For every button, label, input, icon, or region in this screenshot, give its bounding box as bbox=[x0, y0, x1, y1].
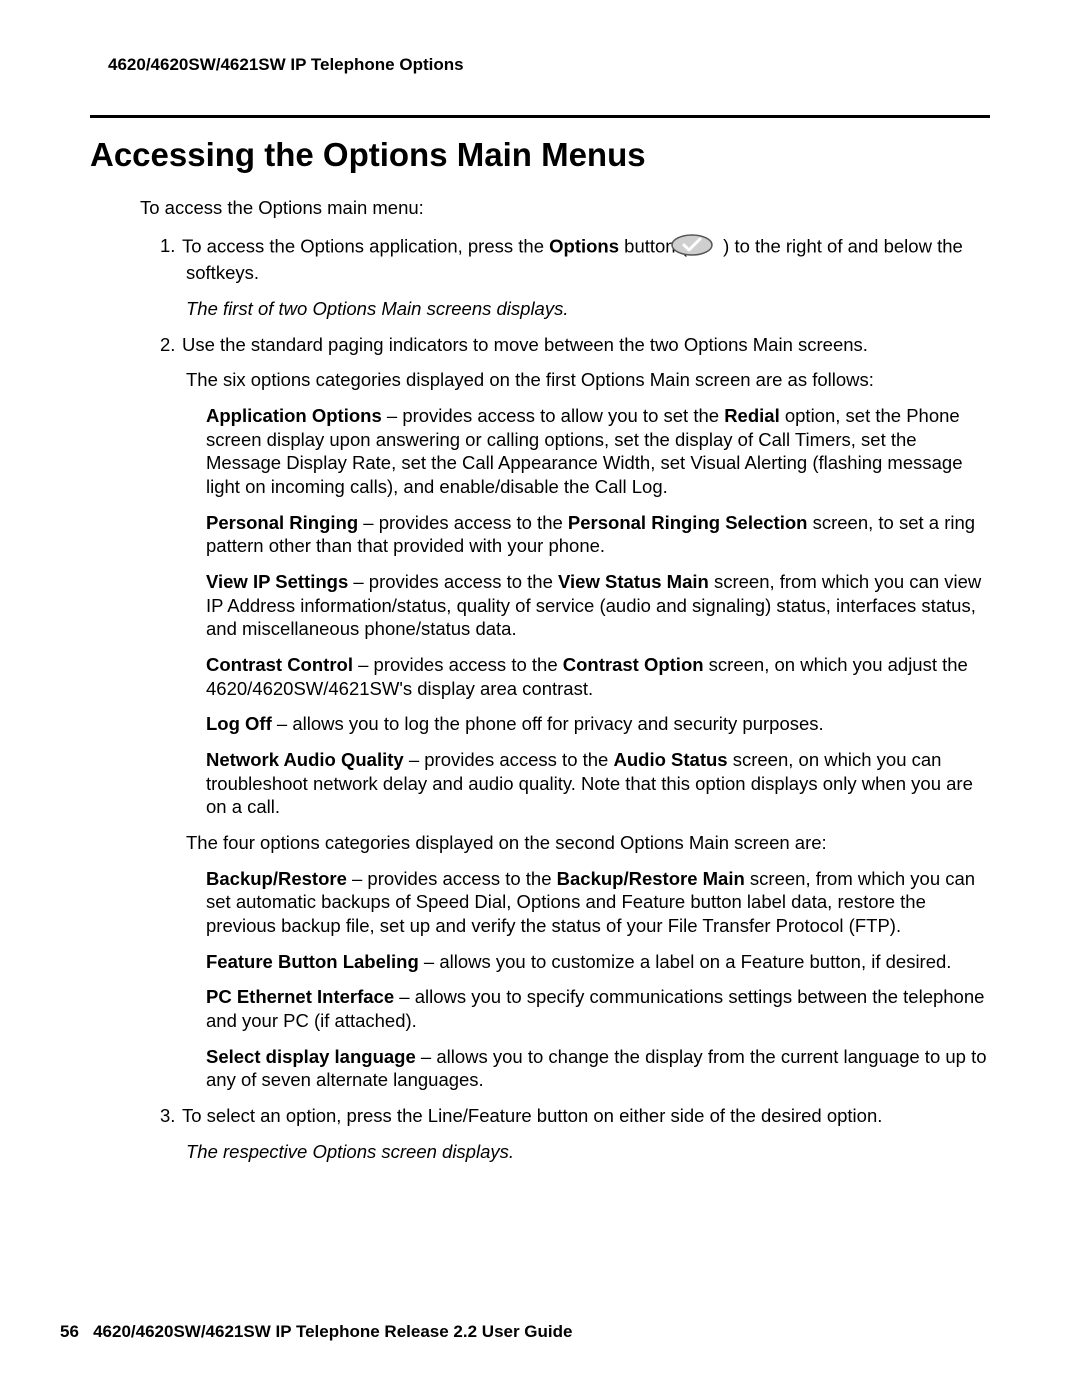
cat-backup-restore: Backup/Restore – provides access to the … bbox=[206, 867, 990, 938]
cat-view-ip-settings: View IP Settings – provides access to th… bbox=[206, 570, 990, 641]
cat-feature-button-labeling: Feature Button Labeling – allows you to … bbox=[206, 950, 990, 974]
intro-line: To access the Options main menu: bbox=[140, 196, 990, 220]
step-2: 2.Use the standard paging indicators to … bbox=[160, 333, 990, 357]
step1-result: The first of two Options Main screens di… bbox=[186, 297, 990, 321]
cat-contrast-control: Contrast Control – provides access to th… bbox=[206, 653, 990, 700]
cat-network-audio-quality: Network Audio Quality – provides access … bbox=[206, 748, 990, 819]
step1-bold: Options bbox=[549, 235, 619, 256]
cat-log-off: Log Off – allows you to log the phone of… bbox=[206, 712, 990, 736]
page-number: 56 bbox=[60, 1322, 79, 1341]
page-footer: 56 4620/4620SW/4621SW IP Telephone Relea… bbox=[60, 1322, 572, 1342]
options-check-icon bbox=[696, 234, 714, 262]
step3-text: To select an option, press the Line/Feat… bbox=[182, 1105, 882, 1126]
second-screen-lead: The four options categories displayed on… bbox=[186, 831, 990, 855]
body-text: To access the Options main menu: 1.To ac… bbox=[90, 196, 990, 1164]
cat-personal-ringing: Personal Ringing – provides access to th… bbox=[206, 511, 990, 558]
step-3: 3.To select an option, press the Line/Fe… bbox=[160, 1104, 990, 1128]
step3-result: The respective Options screen displays. bbox=[186, 1140, 990, 1164]
cat-select-display-language: Select display language – allows you to … bbox=[206, 1045, 990, 1092]
step-list: 1.To access the Options application, pre… bbox=[90, 234, 990, 285]
step-1: 1.To access the Options application, pre… bbox=[160, 234, 990, 285]
section-rule bbox=[90, 115, 990, 118]
running-head: 4620/4620SW/4621SW IP Telephone Options bbox=[108, 55, 990, 75]
step2-text: Use the standard paging indicators to mo… bbox=[182, 334, 868, 355]
section-title: Accessing the Options Main Menus bbox=[90, 136, 990, 174]
cat-application-options: Application Options – provides access to… bbox=[206, 404, 990, 499]
page: 4620/4620SW/4621SW IP Telephone Options … bbox=[0, 0, 1080, 1397]
step2-lead: The six options categories displayed on … bbox=[186, 368, 990, 392]
step1-pre: To access the Options application, press… bbox=[182, 235, 549, 256]
cat-pc-ethernet-interface: PC Ethernet Interface – allows you to sp… bbox=[206, 985, 990, 1032]
footer-title: 4620/4620SW/4621SW IP Telephone Release … bbox=[93, 1322, 572, 1341]
